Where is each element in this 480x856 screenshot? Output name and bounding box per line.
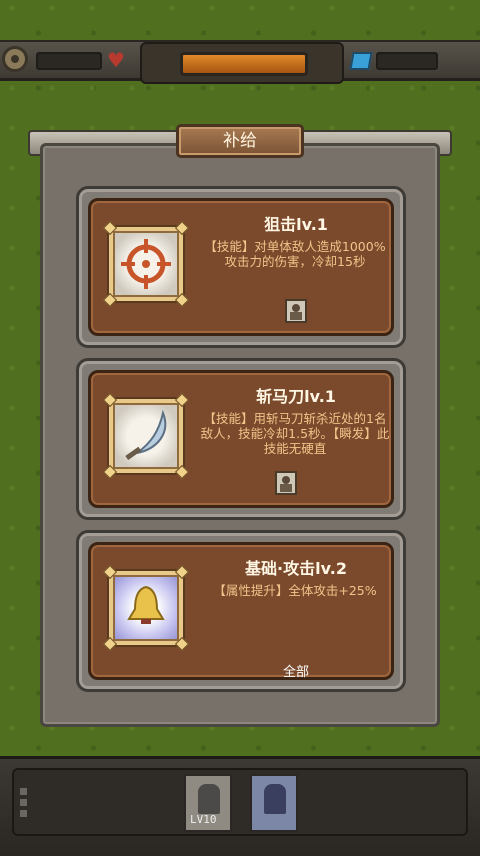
card-desc: 【技能】对单体敌人造成1000%攻击力的伤害，冷却15秒 [204, 239, 386, 269]
card-body: 狙击lv.1 【技能】对单体敌人造成1000%攻击力的伤害，冷却15秒 [88, 198, 394, 336]
tray-indicator [20, 788, 30, 821]
unit-card-1[interactable]: LV10 [184, 774, 232, 832]
card-name: 基础·攻击lv.2 [245, 559, 347, 578]
card-name: 斩马刀lv.1 [256, 387, 336, 406]
supply-card-1[interactable]: 狙击lv.1 【技能】对单体敌人造成1000%攻击力的伤害，冷却15秒 [76, 186, 406, 348]
heart-icon: ♥ [107, 48, 125, 72]
unit-card-2[interactable] [250, 774, 298, 832]
gem-slot [376, 52, 438, 70]
unit-avatar-icon [285, 299, 307, 323]
rider-icon [264, 784, 286, 814]
resource-slot [36, 52, 102, 70]
card-name: 狙击lv.1 [264, 215, 328, 234]
gear-icon[interactable] [2, 46, 28, 72]
crosshair-icon [102, 220, 190, 308]
card-body: 基础·攻击lv.2 【属性提升】全体攻击+25% 全部 [88, 542, 394, 680]
card-body: 斩马刀lv.1 【技能】用斩马刀斩杀近处的1名敌人，技能冷却1.5秒。【瞬发】此… [88, 370, 394, 508]
health-bar [180, 52, 308, 76]
unit-level: LV10 [190, 813, 217, 826]
card-desc: 【属性提升】全体攻击+25% [213, 583, 377, 598]
gem-icon [349, 52, 373, 70]
supply-card-2[interactable]: 斩马刀lv.1 【技能】用斩马刀斩杀近处的1名敌人，技能冷却1.5秒。【瞬发】此… [76, 358, 406, 520]
panel-title: 补给 [176, 124, 304, 158]
soldier-icon [198, 784, 220, 814]
card-desc: 【技能】用斩马刀斩杀近处的1名敌人，技能冷却1.5秒。【瞬发】此技能无硬直 [200, 411, 390, 456]
supply-card-3[interactable]: 基础·攻击lv.2 【属性提升】全体攻击+25% 全部 [76, 530, 406, 692]
bell-icon [102, 564, 190, 652]
card-extra-label: 全部 [282, 665, 309, 680]
unit-tray [12, 768, 468, 836]
unit-avatar-icon [275, 471, 297, 495]
scimitar-icon [102, 392, 190, 480]
